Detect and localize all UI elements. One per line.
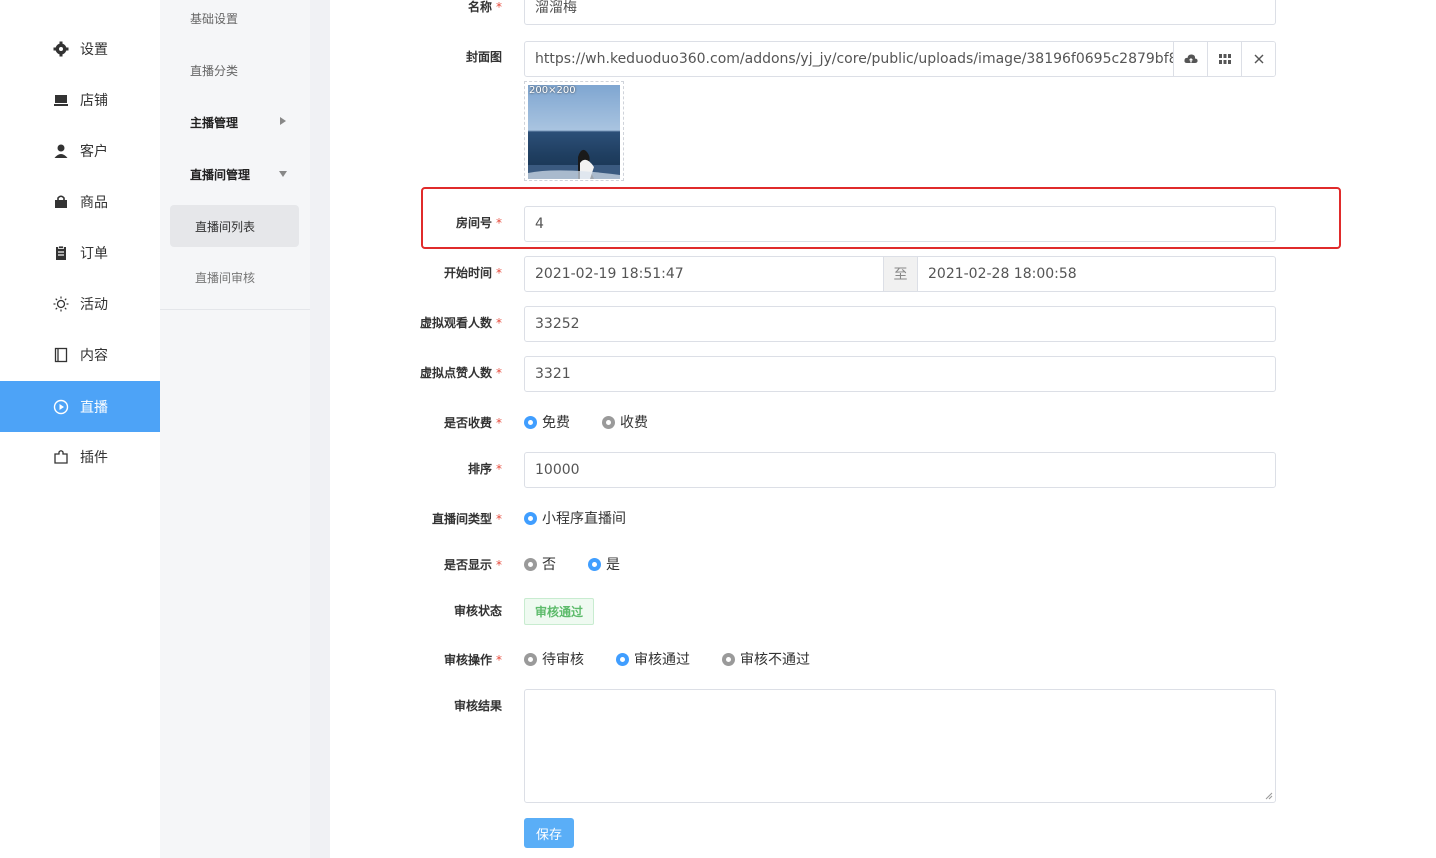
sidebar-item-live[interactable]: 直播 — [0, 381, 160, 432]
grid-icon[interactable] — [1207, 42, 1241, 76]
sun-icon — [52, 295, 70, 313]
name-input[interactable]: 溜溜梅 — [524, 0, 1276, 25]
save-button[interactable]: 保存 — [524, 818, 574, 848]
close-icon[interactable] — [1241, 42, 1275, 76]
sidebar-item-label: 设置 — [80, 41, 108, 58]
chevron-down-icon — [279, 171, 287, 177]
subnav-room-list[interactable]: 直播间列表 — [170, 205, 299, 247]
sidebar-item-activity[interactable]: 活动 — [0, 278, 160, 329]
charge-label: 是否收费 * — [443, 416, 502, 430]
radio-free[interactable]: 免费 — [524, 412, 570, 432]
virtual-likes-label: 虚拟点赞人数 * — [419, 366, 502, 380]
puzzle-icon — [52, 448, 70, 466]
radio-hide[interactable]: 否 — [524, 554, 556, 574]
radio-dot-icon — [722, 652, 735, 666]
room-type-label: 直播间类型 * — [431, 512, 502, 526]
radio-label: 待审核 — [542, 652, 584, 668]
radio-miniprogram-room[interactable]: 小程序直播间 — [524, 508, 626, 528]
resize-handle-icon[interactable] — [1265, 792, 1273, 800]
date-range-picker[interactable]: 2021-02-19 18:51:47 至 2021-02-28 18:00:5… — [524, 256, 1276, 292]
sidebar-item-label: 订单 — [80, 245, 108, 262]
thumbnail-caption: 200×200 — [529, 85, 576, 96]
start-time-label: 开始时间 * — [443, 266, 502, 280]
cover-image: 200×200 — [528, 85, 620, 179]
bag-icon — [52, 193, 70, 211]
date-separator: 至 — [883, 257, 918, 291]
chevron-right-icon — [280, 117, 286, 125]
cover-thumbnail: 200×200 — [524, 81, 624, 181]
sidebar-item-label: 客户 — [80, 143, 108, 160]
virtual-likes-input[interactable]: 3321 — [524, 356, 1276, 392]
sidebar-item-content[interactable]: 内容 — [0, 329, 160, 380]
main-sidebar: 设置 店铺 客户 商品 订单 活动 内容 直播 插件 — [0, 0, 160, 858]
sidebar-item-label: 活动 — [80, 296, 108, 313]
radio-label: 否 — [542, 557, 556, 573]
book-icon — [52, 346, 70, 364]
radio-label: 是 — [606, 557, 620, 573]
radio-label: 审核通过 — [634, 652, 690, 668]
radio-dot-icon — [602, 415, 615, 429]
radio-dot-icon — [588, 557, 601, 571]
cover-label: 封面图 — [465, 50, 502, 64]
radio-rejected[interactable]: 审核不通过 — [722, 649, 810, 669]
radio-dot-icon — [524, 511, 537, 525]
sidebar-item-label: 商品 — [80, 194, 108, 211]
radio-dot-icon — [524, 415, 537, 429]
clipboard-icon — [52, 244, 70, 262]
radio-label: 小程序直播间 — [542, 511, 626, 527]
sidebar-item-store[interactable]: 店铺 — [0, 74, 160, 125]
radio-show[interactable]: 是 — [588, 554, 620, 574]
sidebar-item-customer[interactable]: 客户 — [0, 125, 160, 176]
highlight-box — [421, 187, 1341, 249]
radio-pending[interactable]: 待审核 — [524, 649, 584, 669]
subnav-room-management[interactable]: 直播间管理 — [190, 166, 250, 183]
sidebar-item-label: 内容 — [80, 347, 108, 364]
name-label: 名称 * — [467, 0, 502, 14]
cover-url-input[interactable]: https://wh.keduoduo360.com/addons/yj_jy/… — [524, 41, 1276, 77]
sidebar-item-plugin[interactable]: 插件 — [0, 431, 160, 482]
review-action-radio-group: 待审核 审核通过 审核不通过 — [524, 649, 842, 669]
gear-icon — [52, 40, 70, 58]
review-result-label: 审核结果 — [453, 699, 502, 713]
play-circle-icon — [52, 398, 70, 416]
charge-radio-group: 免费 收费 — [524, 412, 680, 432]
review-result-textarea[interactable] — [524, 689, 1276, 803]
subnav-anchor-management[interactable]: 主播管理 — [190, 114, 238, 131]
subnav-basic-settings[interactable]: 基础设置 — [190, 10, 238, 27]
radio-approved[interactable]: 审核通过 — [616, 649, 690, 669]
cover-url-text: https://wh.keduoduo360.com/addons/yj_jy/… — [535, 51, 1249, 67]
radio-paid[interactable]: 收费 — [602, 412, 648, 432]
radio-dot-icon — [524, 557, 537, 571]
sort-input[interactable]: 10000 — [524, 452, 1276, 488]
room-type-radio-group: 小程序直播间 — [524, 508, 658, 528]
subnav-live-category[interactable]: 直播分类 — [190, 62, 238, 79]
display-radio-group: 否 是 — [524, 554, 652, 574]
virtual-viewers-label: 虚拟观看人数 * — [419, 316, 502, 330]
radio-label: 免费 — [542, 415, 570, 431]
end-date[interactable]: 2021-02-28 18:00:58 — [918, 266, 1077, 282]
sidebar-item-settings[interactable]: 设置 — [0, 23, 160, 74]
sidebar-item-order[interactable]: 订单 — [0, 227, 160, 278]
sidebar-item-label: 店铺 — [80, 92, 108, 109]
radio-label: 审核不通过 — [740, 652, 810, 668]
subnav-room-review[interactable]: 直播间审核 — [170, 256, 299, 298]
review-status-label: 审核状态 — [453, 604, 502, 618]
radio-dot-icon — [524, 652, 537, 666]
display-label: 是否显示 * — [443, 558, 502, 572]
sidebar-item-label: 直播 — [80, 399, 108, 416]
user-icon — [52, 142, 70, 160]
status-badge: 审核通过 — [524, 598, 595, 625]
sidebar-item-label: 插件 — [80, 449, 108, 466]
sort-label: 排序 * — [467, 462, 502, 476]
review-action-label: 审核操作 * — [443, 653, 502, 667]
radio-dot-icon — [616, 652, 629, 666]
secondary-nav: 基础设置 直播分类 主播管理 直播间管理 直播间列表 直播间审核 — [160, 0, 310, 858]
radio-label: 收费 — [620, 415, 648, 431]
start-date[interactable]: 2021-02-19 18:51:47 — [525, 266, 883, 282]
store-icon — [52, 91, 70, 109]
subnav-divider — [160, 309, 310, 310]
upload-icon[interactable] — [1173, 42, 1207, 76]
virtual-viewers-input[interactable]: 33252 — [524, 306, 1276, 342]
sidebar-item-goods[interactable]: 商品 — [0, 176, 160, 227]
